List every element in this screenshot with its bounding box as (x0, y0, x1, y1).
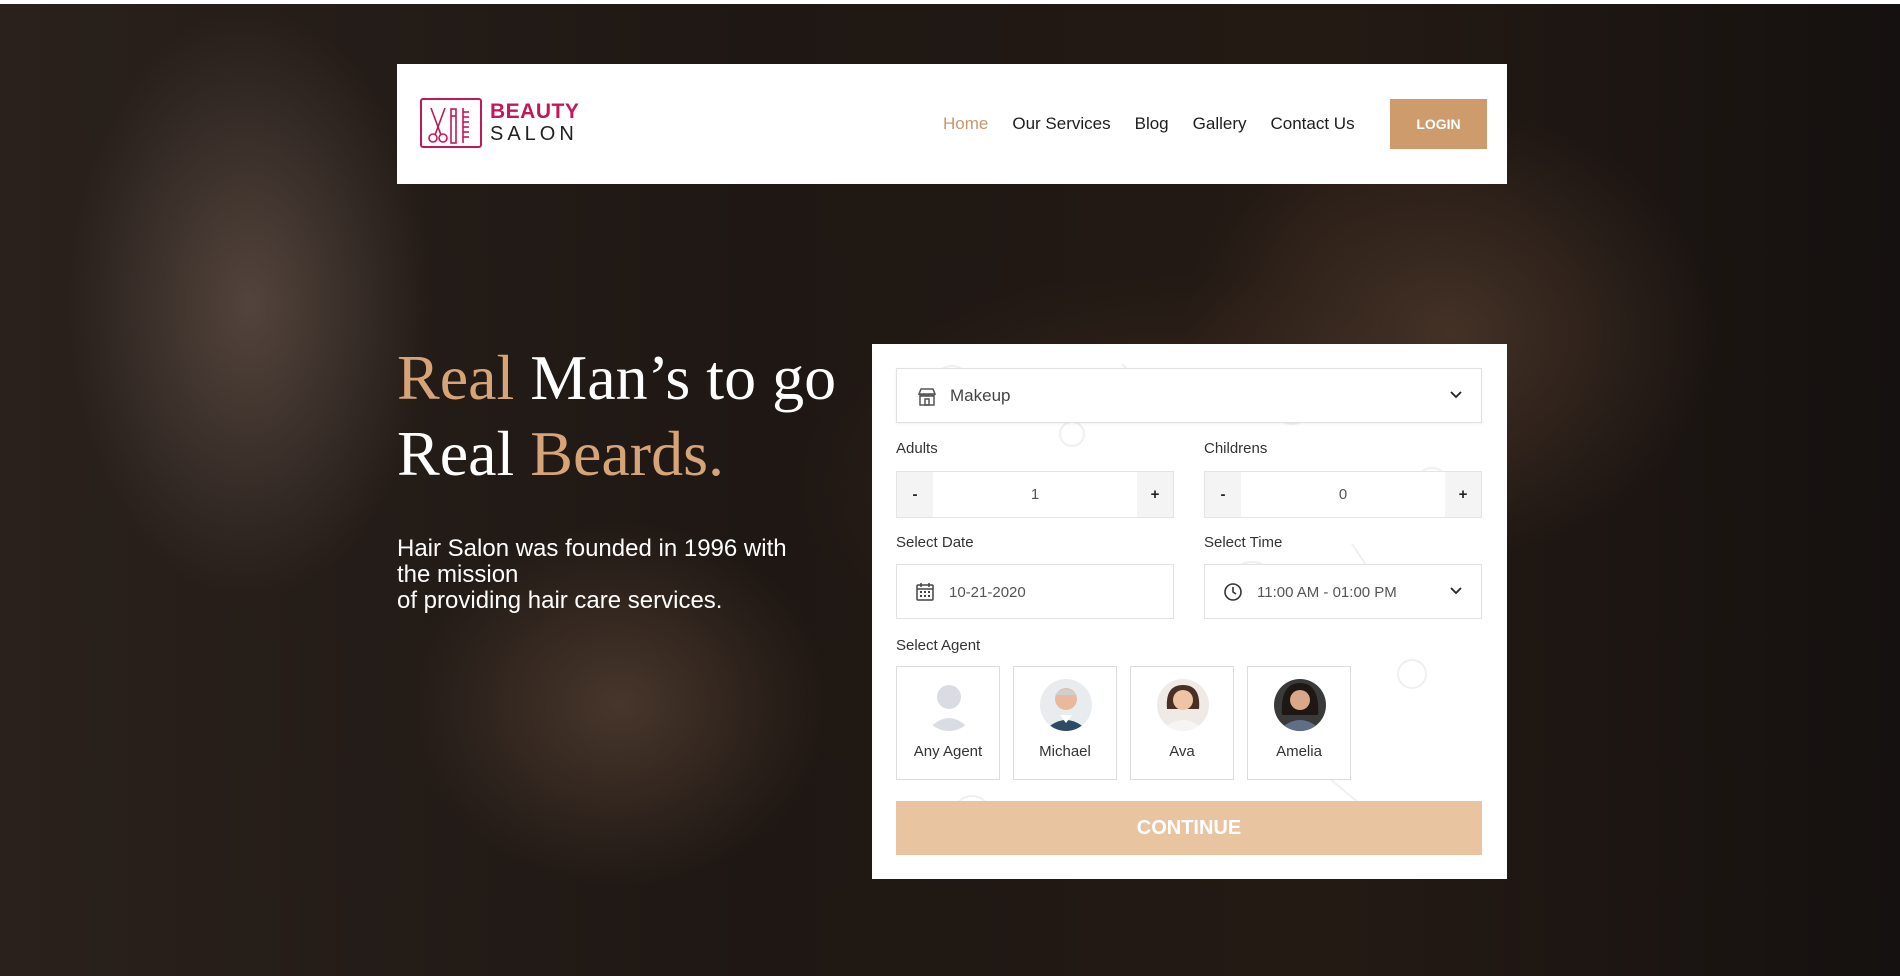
hero-desc-line2: the mission (397, 561, 519, 588)
avatar (1274, 679, 1326, 731)
hero-desc-line1: Hair Salon was founded in 1996 with (397, 535, 787, 562)
childrens-label: Childrens (1204, 440, 1268, 457)
scissors-comb-icon (420, 98, 482, 148)
brand-name-line2: SALON (490, 123, 578, 145)
chevron-down-icon (1450, 587, 1462, 595)
time-select[interactable]: 11:00 AM - 01:00 PM (1204, 564, 1482, 619)
avatar-placeholder-icon (923, 679, 975, 731)
brand-logo[interactable]: BEAUTY SALON (420, 98, 580, 150)
calendar-icon (915, 582, 935, 607)
adults-stepper: - 1 + (896, 471, 1174, 518)
nav-item-home[interactable]: Home (943, 114, 988, 134)
agent-card-amelia[interactable]: Amelia (1247, 666, 1351, 780)
select-agent-label: Select Agent (896, 637, 981, 654)
agent-card-any[interactable]: Any Agent (896, 666, 1000, 780)
adults-increment-button[interactable]: + (1137, 472, 1173, 517)
store-icon (917, 387, 937, 412)
adults-quantity-input[interactable]: 1 (933, 472, 1137, 517)
brand-name-line1: BEAUTY (490, 100, 580, 123)
nav-item-gallery[interactable]: Gallery (1193, 114, 1247, 134)
nav-item-blog[interactable]: Blog (1135, 114, 1169, 134)
agent-card-ava[interactable]: Ava (1130, 666, 1234, 780)
select-date-label: Select Date (896, 534, 974, 551)
childrens-decrement-button[interactable]: - (1205, 472, 1241, 517)
avatar (1157, 679, 1209, 731)
date-input[interactable]: 10-21-2020 (896, 564, 1174, 619)
select-time-label: Select Time (1204, 534, 1283, 551)
childrens-quantity-input[interactable]: 0 (1241, 472, 1445, 517)
agent-card-michael[interactable]: Michael (1013, 666, 1117, 780)
hero-title-accent-1: Real (397, 342, 515, 413)
hero-title-accent-2: Beards. (530, 418, 724, 489)
login-button[interactable]: LOGIN (1390, 99, 1487, 149)
adults-label: Adults (896, 440, 938, 457)
continue-button[interactable]: CONTINUE (896, 801, 1482, 855)
nav-item-our-services[interactable]: Our Services (1012, 114, 1110, 134)
service-select[interactable]: Makeup (896, 368, 1482, 423)
main-nav: Home Our Services Blog Gallery Contact U… (943, 64, 1379, 184)
site-header: BEAUTY SALON Home Our Services Blog Gall… (397, 64, 1507, 184)
childrens-stepper: - 0 + (1204, 471, 1482, 518)
avatar (1040, 679, 1092, 731)
time-select-value: 11:00 AM - 01:00 PM (1257, 584, 1397, 601)
agent-list: Any Agent Michael Ava Amelia (896, 666, 1364, 780)
hero-title: Real Man’s to go Real Beards. (397, 340, 877, 492)
adults-decrement-button[interactable]: - (897, 472, 933, 517)
date-input-value: 10-21-2020 (949, 584, 1026, 601)
hero-title-text-2: Real (397, 418, 531, 489)
agent-name: Michael (1039, 743, 1091, 760)
hero-desc-line3: of providing hair care services. (397, 587, 723, 614)
chevron-down-icon (1450, 391, 1462, 399)
service-select-value: Makeup (950, 386, 1011, 405)
agent-name: Ava (1169, 743, 1195, 760)
hero-description: Hair Salon was founded in 1996 with the … (397, 536, 837, 614)
hero-title-text-1: Man’s to go (514, 342, 837, 413)
agent-name: Amelia (1276, 743, 1322, 760)
agent-name: Any Agent (913, 743, 983, 760)
booking-form: Makeup Adults - 1 + Childrens - 0 + Sele… (872, 344, 1507, 879)
nav-item-contact-us[interactable]: Contact Us (1271, 114, 1355, 134)
childrens-increment-button[interactable]: + (1445, 472, 1481, 517)
clock-icon (1223, 582, 1243, 607)
